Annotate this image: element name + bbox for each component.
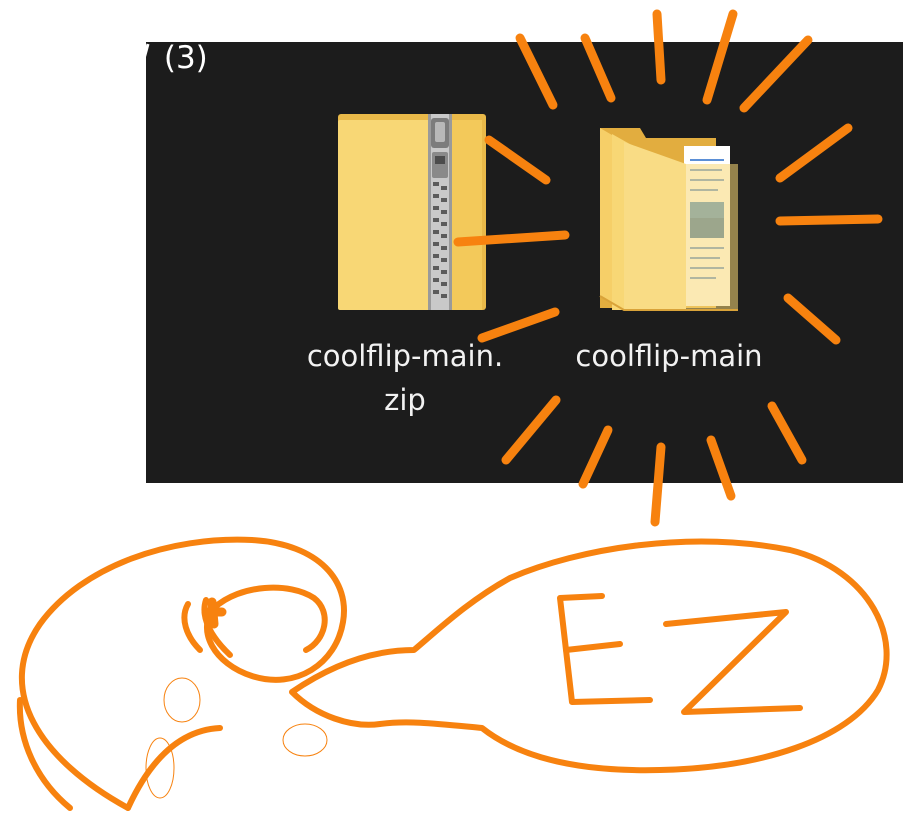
file-explorer-content-area: [146, 42, 903, 483]
group-header[interactable]: (3): [140, 38, 208, 76]
speech-bubble: [289, 538, 890, 774]
zip-folder-icon: [338, 114, 486, 310]
file-name-label: coolflip-main.zip: [306, 339, 504, 417]
chevron-icon[interactable]: [140, 40, 150, 70]
file-item-folder[interactable]: coolflip-main: [566, 98, 772, 438]
folder-icon: [599, 128, 738, 311]
doodle-eyes: [145, 677, 328, 799]
file-name-label: coolflip-main: [575, 339, 763, 373]
group-item-count: (3): [163, 40, 208, 76]
file-item-zip[interactable]: coolflip-main.zip: [302, 98, 508, 438]
speech-bubble-text-ez: [557, 593, 803, 715]
doodle-character: [16, 536, 347, 811]
